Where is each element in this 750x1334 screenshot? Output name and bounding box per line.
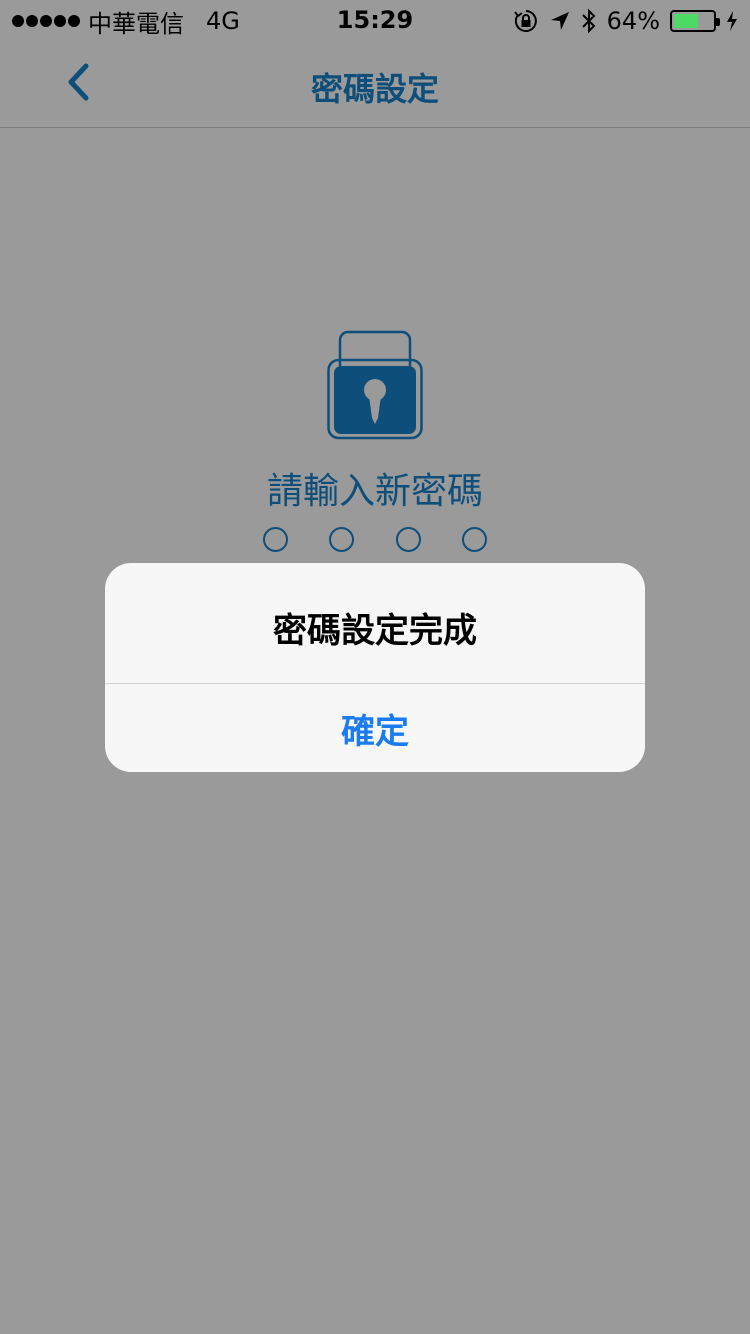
alert-title: 密碼設定完成	[273, 611, 477, 651]
confirm-button[interactable]: 確定	[105, 684, 645, 772]
bluetooth-icon	[581, 8, 597, 34]
charging-bolt-icon	[726, 10, 738, 32]
pin-dot	[396, 527, 421, 552]
status-bar: 中華電信 4G 15:29 64%	[0, 0, 750, 40]
pin-dot	[263, 527, 288, 552]
new-password-prompt: 請輸入新密碼	[266, 471, 483, 512]
rotation-lock-icon	[513, 8, 539, 34]
page-title: 密碼設定	[310, 70, 439, 108]
pin-dot	[462, 527, 487, 552]
navigation-bar: 密碼設定	[0, 40, 750, 128]
pin-dot	[329, 527, 354, 552]
padlock-icon	[327, 330, 423, 440]
pin-indicator	[263, 527, 489, 553]
status-bar-right: 64%	[513, 6, 738, 36]
battery-icon	[670, 10, 720, 32]
battery-percent: 64%	[606, 7, 660, 35]
location-arrow-icon	[549, 10, 571, 32]
alert-dialog: 密碼設定完成 確定	[105, 563, 645, 772]
